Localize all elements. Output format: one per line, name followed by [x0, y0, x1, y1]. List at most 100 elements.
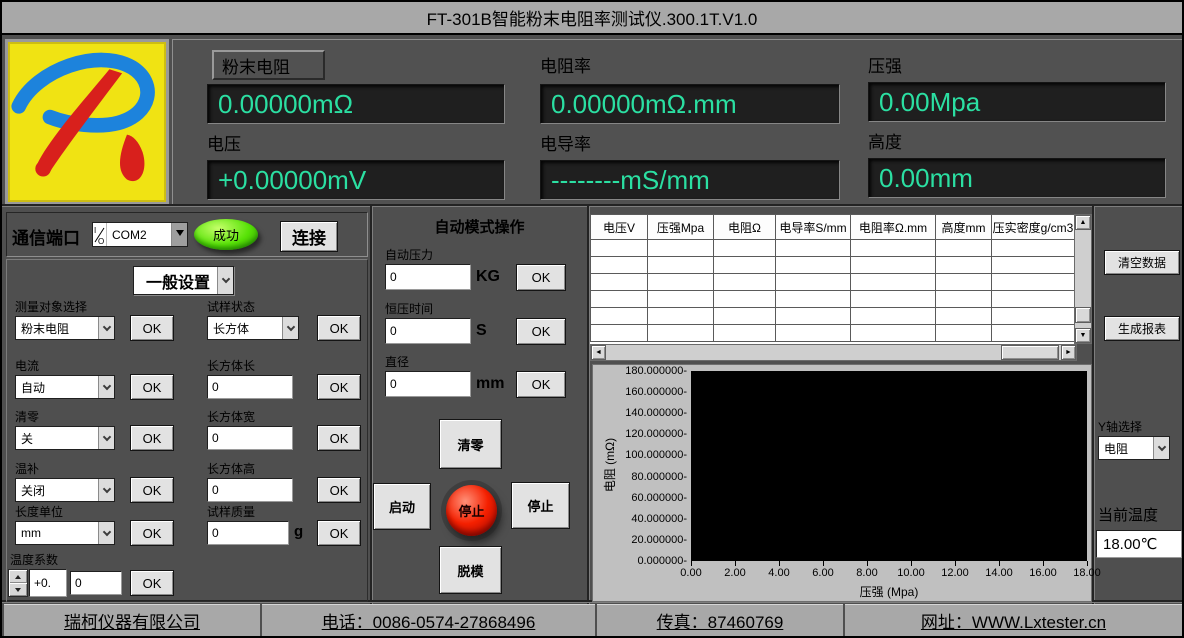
com-port-select[interactable]: IO COM2 — [92, 222, 188, 247]
table-horizontal-scrollbar[interactable]: ◄ ► — [590, 344, 1077, 361]
start-button[interactable]: 启动 — [373, 483, 431, 530]
chart-x-axis-label: 压强 (Mpa) — [691, 583, 1087, 600]
generate-report-button[interactable]: 生成报表 — [1104, 316, 1180, 341]
height-label: 高度 — [868, 128, 902, 153]
diameter-ok-button[interactable]: OK — [516, 371, 566, 398]
x-tick: 10.00 — [889, 567, 933, 580]
col-height: 高度mm — [936, 215, 992, 240]
zeroing-arrow-icon — [98, 427, 114, 449]
stop-button[interactable]: 停止 — [511, 482, 570, 529]
cuboid-height-label: 长方体高 — [207, 460, 255, 477]
length-unit-arrow-icon — [98, 522, 114, 544]
spinner-down-icon[interactable] — [9, 583, 27, 596]
com-port-dropdown-arrow-icon[interactable] — [171, 223, 187, 246]
data-table[interactable]: 电压V 压强Mpa 电阻Ω 电导率S/mm 电阻率Ω.mm 高度mm 压实密度g… — [590, 214, 1074, 344]
settings-mode-value: 一般设置 — [134, 267, 217, 294]
table-vertical-scrollbar[interactable]: ▲ ▼ — [1074, 214, 1092, 344]
sample-mass-ok-button[interactable]: OK — [317, 520, 361, 546]
divider-top — [2, 204, 1182, 206]
chart-plot-area — [691, 371, 1087, 561]
window-title: FT-301B智能粉末电阻率测试仪.300.1T.V1.0 — [427, 5, 758, 30]
measure-object-select[interactable]: 粉末电阻 — [15, 316, 115, 340]
footer-website-link[interactable]: 网址：WWW.Lxtester.cn — [845, 604, 1182, 636]
temp-coeff-value-field[interactable] — [70, 571, 122, 595]
scroll-up-icon[interactable]: ▲ — [1075, 215, 1091, 230]
measure-object-value: 粉末电阻 — [16, 317, 98, 339]
demold-button[interactable]: 脱模 — [439, 546, 502, 594]
temp-coeff-ok-button[interactable]: OK — [130, 570, 174, 596]
table-row — [591, 257, 1075, 274]
diameter-label: 直径 — [385, 353, 409, 370]
conductivity-value: --------mS/mm — [551, 165, 710, 196]
temp-coeff-spinner[interactable] — [8, 569, 28, 597]
hold-time-field[interactable] — [385, 318, 471, 344]
cuboid-length-ok-button[interactable]: OK — [317, 374, 361, 400]
scroll-right-icon[interactable]: ► — [1061, 345, 1076, 360]
col-resistance: 电阻Ω — [714, 215, 776, 240]
cuboid-height-ok-button[interactable]: OK — [317, 477, 361, 503]
zero-button[interactable]: 清零 — [439, 419, 502, 469]
hold-time-ok-button[interactable]: OK — [516, 318, 566, 345]
temp-comp-select[interactable]: 关闭 — [15, 478, 115, 502]
col-density: 压实密度g/cm3 — [992, 215, 1075, 240]
current-arrow-icon — [98, 376, 114, 398]
zeroing-label: 清零 — [15, 408, 39, 425]
zeroing-select[interactable]: 关 — [15, 426, 115, 450]
sample-mass-label: 试样质量 — [207, 503, 255, 520]
emergency-stop-label: 停止 — [458, 501, 484, 520]
col-pressure: 压强Mpa — [648, 215, 714, 240]
vertical-scroll-thumb[interactable] — [1075, 307, 1091, 323]
status-led-label: 成功 — [213, 225, 239, 244]
settings-mode-select[interactable]: 一般设置 — [133, 266, 234, 295]
table-row — [591, 274, 1075, 291]
table-row — [591, 240, 1075, 257]
length-unit-select[interactable]: mm — [15, 521, 115, 545]
measure-object-ok-button[interactable]: OK — [130, 315, 174, 341]
conductivity-label: 电导率 — [540, 130, 591, 155]
sample-state-label: 试样状态 — [207, 298, 255, 315]
resistivity-label: 电阻率 — [540, 52, 591, 77]
sample-state-ok-button[interactable]: OK — [317, 315, 361, 341]
scroll-left-icon[interactable]: ◄ — [591, 345, 606, 360]
spinner-up-icon[interactable] — [9, 570, 27, 583]
temp-coeff-spin-field[interactable] — [29, 569, 67, 597]
length-unit-ok-button[interactable]: OK — [130, 520, 174, 546]
current-temp-label: 当前温度 — [1098, 504, 1158, 525]
auto-pressure-field[interactable] — [385, 264, 471, 290]
clear-data-button[interactable]: 清空数据 — [1104, 250, 1180, 275]
table-row — [591, 291, 1075, 308]
auto-pressure-unit: KG — [476, 268, 500, 286]
cuboid-length-field[interactable] — [207, 375, 293, 399]
hold-time-label: 恒压时间 — [385, 300, 433, 317]
tab-powder-resistance-label: 粉末电阻 — [222, 53, 290, 78]
title-bar: FT-301B智能粉末电阻率测试仪.300.1T.V1.0 — [2, 2, 1182, 35]
zeroing-ok-button[interactable]: OK — [130, 425, 174, 451]
tab-powder-resistance[interactable]: 粉末电阻 — [212, 50, 325, 80]
cuboid-width-field[interactable] — [207, 426, 293, 450]
cuboid-height-field[interactable] — [207, 478, 293, 502]
sample-state-select[interactable]: 长方体 — [207, 316, 299, 340]
y-axis-select-value: 电阻 — [1099, 437, 1153, 459]
current-ok-button[interactable]: OK — [130, 374, 174, 400]
diameter-field[interactable] — [385, 371, 471, 397]
zeroing-value: 关 — [16, 427, 98, 449]
current-select[interactable]: 自动 — [15, 375, 115, 399]
voltage-display: +0.00000mV — [207, 160, 505, 200]
connect-button[interactable]: 连接 — [280, 221, 338, 252]
emergency-stop-button[interactable]: 停止 — [446, 485, 497, 536]
y-tick: 20.000000 — [601, 534, 687, 546]
y-axis-select[interactable]: 电阻 — [1098, 436, 1170, 460]
chart-y-ticks: 180.000000 160.000000 140.000000 120.000… — [601, 365, 687, 567]
length-unit-value: mm — [16, 522, 98, 544]
com-port-value: COM2 — [107, 223, 171, 246]
horizontal-scroll-thumb[interactable] — [1001, 345, 1059, 360]
scroll-down-icon[interactable]: ▼ — [1075, 328, 1091, 343]
auto-pressure-ok-button[interactable]: OK — [516, 264, 566, 291]
divider-right-side — [1092, 206, 1094, 604]
x-tick: 8.00 — [845, 567, 889, 580]
sample-mass-field[interactable] — [207, 521, 289, 545]
cuboid-width-ok-button[interactable]: OK — [317, 425, 361, 451]
svg-text:I: I — [94, 226, 96, 235]
y-tick: 40.000000 — [601, 513, 687, 525]
temp-comp-ok-button[interactable]: OK — [130, 477, 174, 503]
